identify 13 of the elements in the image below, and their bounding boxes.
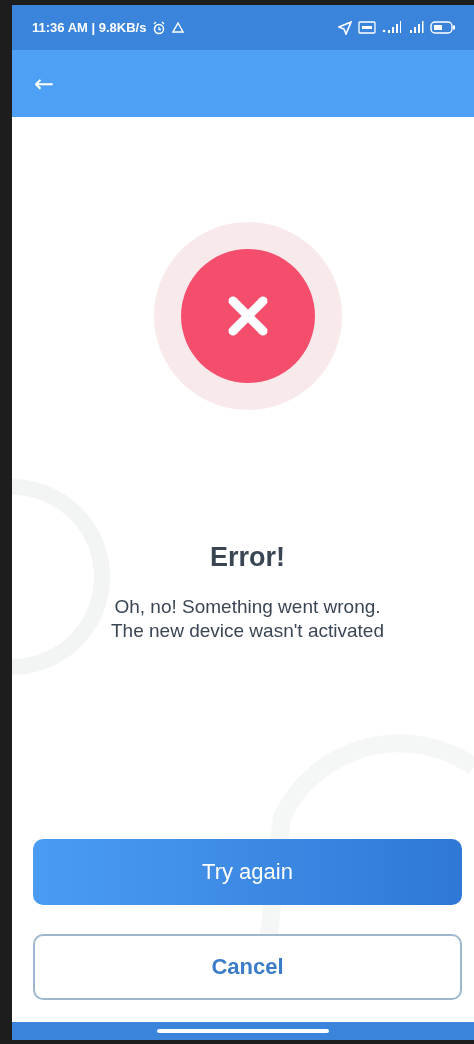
home-indicator[interactable] [157,1029,329,1033]
back-button[interactable]: ← [34,71,55,96]
alarm-icon [152,20,167,35]
signal-icon [408,21,424,34]
error-title: Error! [210,542,285,573]
try-again-button[interactable]: Try again [33,839,462,905]
signal-icon [382,21,402,34]
cancel-button[interactable]: Cancel [33,934,462,1000]
error-message: Oh, no! Something went wrong. The new device wasn't activated [111,595,384,643]
battery-icon [430,21,456,34]
location-icon [338,20,352,35]
status-time: 11:36 AM | 9.8KB/s [32,20,147,35]
vpn-icon [358,21,376,34]
